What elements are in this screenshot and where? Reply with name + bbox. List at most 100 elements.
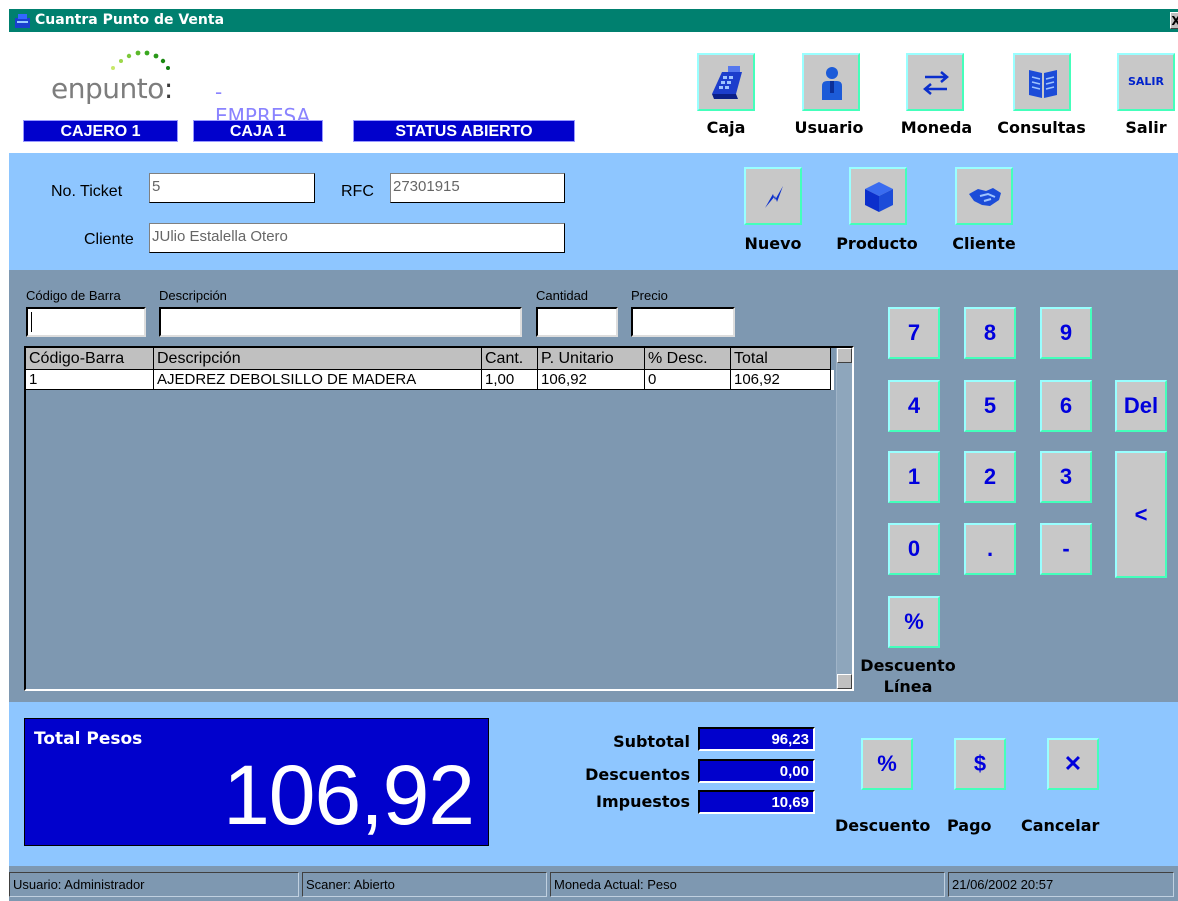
salir-button[interactable]: SALIR	[1117, 53, 1175, 111]
box-icon	[865, 182, 893, 212]
key-4[interactable]: 4	[888, 380, 940, 432]
logo-wordmark: enpunto:	[51, 72, 173, 105]
key-0[interactable]: 0	[888, 523, 940, 575]
status-badge: STATUS ABIERTO	[353, 120, 575, 142]
cell-total: 106,92	[731, 370, 831, 390]
window-title: Cuantra Punto de Venta	[35, 12, 225, 28]
ticket-panel: No. Ticket 5 RFC 27301915 Cliente JUlio …	[9, 153, 1178, 270]
cliente-btn-label: Cliente	[952, 234, 1016, 253]
exchange-arrows-icon	[923, 71, 949, 95]
book-icon	[1029, 70, 1057, 98]
window-title-bar: Cuantra Punto de Venta X	[9, 9, 1178, 32]
salir-icon: SALIR	[1127, 75, 1164, 88]
descuento-label: Descuento	[835, 816, 931, 835]
descripcion-input[interactable]	[159, 307, 522, 337]
cell-precio: 106,92	[538, 370, 645, 390]
grid-scrollbar[interactable]	[836, 348, 852, 689]
caja-label: Caja	[706, 118, 746, 137]
descuento-linea-label: Descuento Línea	[852, 655, 964, 697]
key-6[interactable]: 6	[1040, 380, 1092, 432]
close-icon[interactable]: X	[1170, 12, 1178, 29]
nuevo-label: Nuevo	[744, 234, 802, 253]
col-descripcion[interactable]: Descripción	[154, 348, 482, 370]
ticket-number-field[interactable]: 5	[149, 173, 315, 203]
lightning-icon	[765, 186, 783, 208]
col-total[interactable]: Total	[731, 348, 831, 370]
cantidad-label: Cantidad	[536, 288, 589, 303]
descuento-linea-button[interactable]: %	[888, 596, 940, 648]
cell-codigo: 1	[26, 370, 154, 390]
scroll-down-icon[interactable]	[837, 674, 852, 689]
precio-label: Precio	[631, 288, 668, 303]
codigo-barra-input[interactable]	[26, 307, 146, 337]
sale-entry-panel: Código de Barra Descripción Cantidad Pre…	[9, 270, 1178, 702]
items-grid[interactable]: Código-Barra Descripción Cant. P. Unitar…	[24, 346, 854, 691]
status-bar: Usuario: Administrador Scaner: Abierto M…	[9, 866, 1178, 901]
status-scaner: Scaner: Abierto	[302, 872, 547, 897]
cash-register-icon	[712, 66, 742, 99]
col-cantidad[interactable]: Cant.	[482, 348, 538, 370]
total-display: Total Pesos 106,92	[24, 718, 489, 846]
moneda-button[interactable]	[906, 53, 964, 111]
col-codigo-barra[interactable]: Código-Barra	[26, 348, 154, 370]
rfc-field[interactable]: 27301915	[390, 173, 565, 203]
producto-button[interactable]	[849, 167, 907, 225]
descripcion-label: Descripción	[159, 288, 227, 303]
cliente-field[interactable]: JUlio Estalella Otero	[149, 223, 565, 253]
cancelar-button[interactable]: ✕	[1047, 738, 1099, 790]
key-7[interactable]: 7	[888, 307, 940, 359]
moneda-label: Moneda	[900, 118, 973, 137]
descuento-linea-label-line2: Línea	[883, 677, 933, 696]
usuario-label: Usuario	[794, 118, 864, 137]
status-usuario: Usuario: Administrador	[9, 872, 299, 897]
col-precio-unitario[interactable]: P. Unitario	[538, 348, 645, 370]
impuestos-label: Impuestos	[595, 792, 690, 811]
impuestos-value: 10,69	[698, 790, 815, 814]
key-5[interactable]: 5	[964, 380, 1016, 432]
nuevo-button[interactable]	[744, 167, 802, 225]
cajero-badge: CAJERO 1	[23, 120, 178, 142]
pago-button[interactable]: $	[954, 738, 1006, 790]
key-decimal[interactable]: .	[964, 523, 1016, 575]
total-value: 106,92	[223, 748, 475, 842]
subtotal-label: Subtotal	[613, 732, 690, 751]
table-row[interactable]: 1 AJEDREZ DEBOLSILLO DE MADERA 1,00 106,…	[26, 370, 834, 390]
usuario-button[interactable]	[802, 53, 860, 111]
cell-descripcion: AJEDREZ DEBOLSILLO DE MADERA	[154, 370, 482, 390]
cell-cantidad: 1,00	[482, 370, 538, 390]
rfc-label: RFC	[341, 183, 374, 200]
status-moneda: Moneda Actual: Peso	[550, 872, 945, 897]
pago-label: Pago	[947, 816, 992, 835]
descuentos-label: Descuentos	[585, 765, 690, 784]
key-8[interactable]: 8	[964, 307, 1016, 359]
consultas-label: Consultas	[997, 118, 1086, 137]
text-cursor	[31, 312, 32, 332]
key-1[interactable]: 1	[888, 451, 940, 503]
precio-input[interactable]	[631, 307, 735, 337]
ticket-number-label: No. Ticket	[51, 183, 123, 200]
key-minus[interactable]: -	[1040, 523, 1092, 575]
user-icon	[822, 67, 842, 100]
handshake-icon	[969, 188, 1001, 206]
cell-descuento: 0	[645, 370, 731, 390]
key-2[interactable]: 2	[964, 451, 1016, 503]
key-3[interactable]: 3	[1040, 451, 1092, 503]
cliente-button[interactable]	[955, 167, 1013, 225]
header: enpunto: - EMPRESA CAJERO 1 CAJA 1 STATU…	[9, 32, 1178, 153]
caja-badge: CAJA 1	[193, 120, 323, 142]
subtotal-value: 96,23	[698, 727, 815, 751]
enpunto-logo: enpunto: - EMPRESA	[51, 46, 311, 128]
status-fecha: 21/06/2002 20:57	[948, 872, 1174, 897]
col-descuento[interactable]: % Desc.	[645, 348, 731, 370]
caja-button[interactable]	[697, 53, 755, 111]
cancelar-label: Cancelar	[1021, 816, 1100, 835]
consultas-button[interactable]	[1013, 53, 1071, 111]
descuento-button[interactable]: %	[861, 738, 913, 790]
salir-label: Salir	[1125, 118, 1167, 137]
cantidad-input[interactable]	[536, 307, 618, 337]
scroll-up-icon[interactable]	[837, 348, 852, 363]
backspace-key[interactable]: <	[1115, 451, 1167, 578]
key-9[interactable]: 9	[1040, 307, 1092, 359]
codigo-barra-label: Código de Barra	[26, 288, 121, 303]
delete-key[interactable]: Del	[1115, 380, 1167, 432]
